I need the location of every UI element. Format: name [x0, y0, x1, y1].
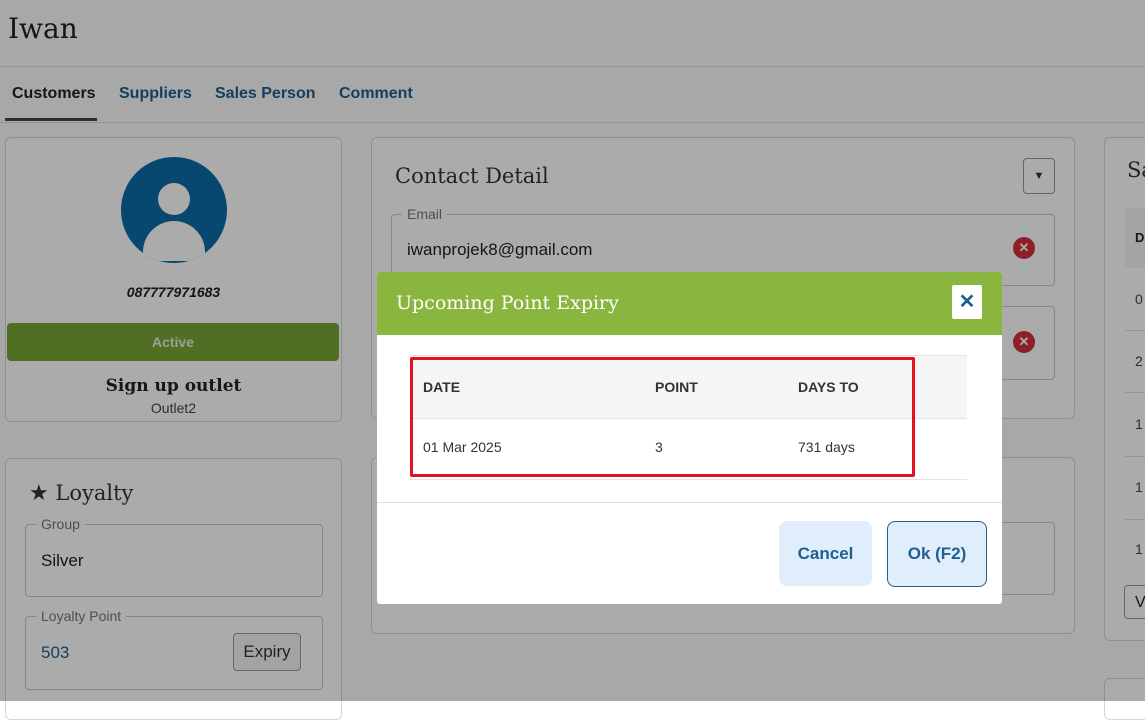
table-bottom-border [410, 479, 967, 480]
point-expiry-dialog: Upcoming Point Expiry ✕ DATE POINT DAYS … [377, 272, 1002, 604]
footer-divider [377, 502, 1002, 503]
cancel-button[interactable]: Cancel [779, 521, 872, 586]
dialog-title: Upcoming Point Expiry [396, 292, 619, 314]
close-icon[interactable]: ✕ [952, 285, 982, 319]
dialog-header: Upcoming Point Expiry ✕ [377, 272, 1002, 335]
ok-button[interactable]: Ok (F2) [887, 521, 987, 587]
highlight-box [410, 357, 915, 477]
